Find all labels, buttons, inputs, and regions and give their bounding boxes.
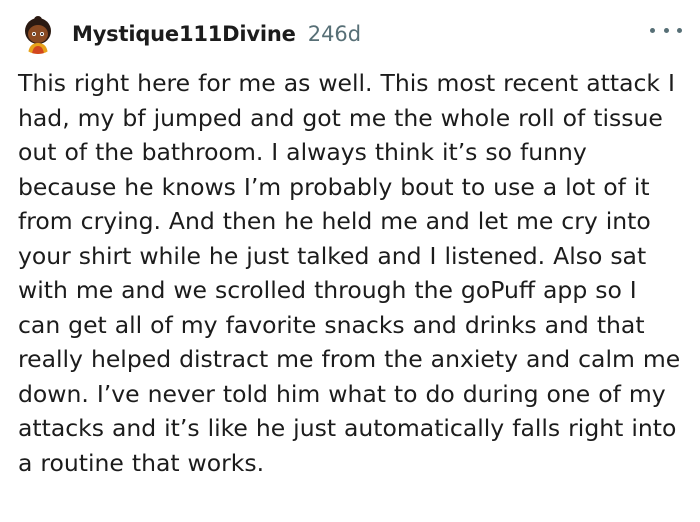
comment-age: 246d (307, 22, 362, 46)
comment-author[interactable]: Mystique111Divine (72, 22, 296, 46)
comment-header: Mystique111Divine 246d (18, 12, 682, 56)
dot (677, 27, 682, 33)
more-horizontal-icon[interactable] (650, 18, 682, 42)
comment: Mystique111Divine 246d This right here f… (0, 0, 700, 522)
dot (663, 27, 669, 33)
comment-body: This right here for me as well. This mos… (18, 69, 681, 477)
avatar-image (18, 14, 58, 54)
dot (650, 27, 655, 33)
snoo-avatar-icon[interactable] (18, 14, 58, 54)
